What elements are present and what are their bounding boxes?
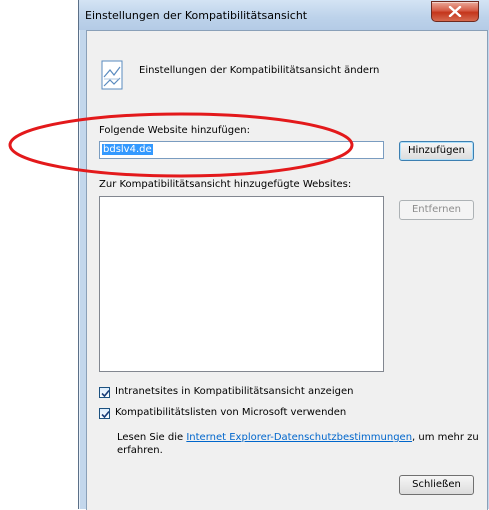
intranet-option-label: Intranetsites in Kompatibilitätsansicht … — [115, 386, 354, 397]
add-button[interactable]: Hinzufügen — [399, 141, 474, 161]
title-bar[interactable]: Einstellungen der Kompatibilitätsansicht — [79, 0, 489, 30]
intranet-checkbox[interactable] — [99, 387, 110, 398]
microsoft-lists-option-label: Kompatibilitätslisten von Microsoft verw… — [115, 407, 347, 418]
website-input-value: bdslv4.de — [102, 144, 153, 155]
dialog-window: Einstellungen der Kompatibilitätsansicht… — [78, 0, 489, 510]
close-icon — [448, 6, 462, 17]
add-website-label: Folgende Website hinzufügen: — [99, 125, 250, 136]
added-websites-list[interactable] — [99, 196, 384, 372]
background-edge — [0, 0, 78, 509]
privacy-link[interactable]: Internet Explorer-Datenschutzbestimmunge… — [186, 432, 412, 443]
dialog-heading: Einstellungen der Kompatibilitätsansicht… — [139, 65, 380, 76]
close-dialog-button[interactable]: Schließen — [399, 475, 474, 495]
website-input[interactable]: bdslv4.de — [99, 141, 384, 159]
remove-button[interactable]: Entfernen — [399, 200, 474, 220]
close-window-button[interactable] — [431, 1, 479, 22]
added-websites-label: Zur Kompatibilitätsansicht hinzugefügte … — [99, 179, 352, 190]
compat-view-icon — [101, 60, 123, 90]
dialog-client-area: Einstellungen der Kompatibilitätsansicht… — [86, 30, 488, 510]
window-title: Einstellungen der Kompatibilitätsansicht — [85, 9, 308, 22]
checkmark-icon — [101, 410, 110, 419]
privacy-prefix: Lesen Sie die — [117, 432, 187, 443]
microsoft-lists-checkbox[interactable] — [99, 408, 110, 419]
checkmark-icon — [101, 389, 110, 398]
privacy-notice: Lesen Sie die Internet Explorer-Datensch… — [117, 431, 487, 457]
